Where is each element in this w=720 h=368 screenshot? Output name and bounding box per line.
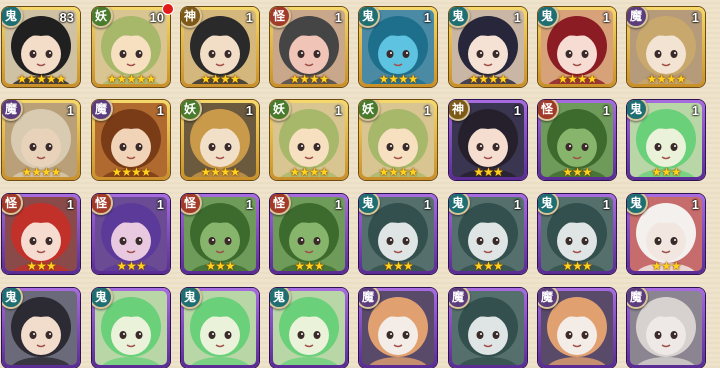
shikigami-card[interactable]: 神 1 ★★★★	[181, 7, 259, 87]
card-count: 1	[156, 197, 164, 212]
notification-dot-icon	[162, 3, 174, 15]
card-count: 1	[156, 103, 164, 118]
shikigami-card[interactable]: 鬼 1 ★★★	[627, 194, 705, 274]
card-count: 1	[334, 197, 342, 212]
shikigami-card[interactable]: 魔 1 ★★★★	[92, 100, 170, 180]
shikigami-card[interactable]: 鬼 1 ★★★★	[359, 7, 437, 87]
shikigami-card[interactable]: 魔	[359, 288, 437, 368]
shikigami-card[interactable]: 鬼	[92, 288, 170, 368]
card-count: 1	[334, 103, 342, 118]
shikigami-card[interactable]: 鬼	[270, 288, 348, 368]
star-rating: ★★★★★	[106, 72, 157, 86]
card-count: 1	[513, 10, 521, 25]
shikigami-card[interactable]: 怪 1 ★★★★	[270, 7, 348, 87]
card-count: 1	[66, 103, 74, 118]
star-rating: ★★★★	[111, 165, 151, 179]
shikigami-card[interactable]: 鬼 1 ★★★	[538, 194, 616, 274]
card-count: 1	[423, 10, 431, 25]
shikigami-card[interactable]: 魔	[449, 288, 527, 368]
star-rating: ★★★★	[289, 165, 329, 179]
shikigami-card[interactable]: 怪 1 ★★★	[270, 194, 348, 274]
star-rating: ★★★★	[646, 72, 686, 86]
card-count: 1	[602, 197, 610, 212]
star-rating: ★★★★	[378, 165, 418, 179]
star-rating: ★★★	[473, 165, 503, 179]
shikigami-card[interactable]: 怪 1 ★★★	[181, 194, 259, 274]
card-count: 1	[691, 10, 699, 25]
star-rating: ★★★★★	[16, 72, 67, 86]
star-rating: ★★★★	[200, 165, 240, 179]
star-rating: ★★★	[205, 259, 235, 273]
star-rating: ★★★	[116, 259, 146, 273]
card-count: 1	[245, 10, 253, 25]
shikigami-card[interactable]: 魔 1 ★★★★	[627, 7, 705, 87]
card-count: 1	[423, 197, 431, 212]
shikigami-card[interactable]: 妖 1 ★★★★	[359, 100, 437, 180]
card-count: 1	[691, 197, 699, 212]
shikigami-card[interactable]: 妖 1 ★★★★	[270, 100, 348, 180]
card-count: 1	[602, 10, 610, 25]
shikigami-card[interactable]: 怪 1 ★★★	[538, 100, 616, 180]
shikigami-card-grid: 鬼 83 ★★★★★ 妖 10 ★★★★★ 神 1 ★★★★ 怪 1 ★★★★ 鬼 1 ★★★★ 鬼 1 ★★★★…	[0, 0, 720, 368]
star-rating: ★★★★	[557, 72, 597, 86]
star-rating: ★★★★	[289, 72, 329, 86]
card-count: 1	[691, 103, 699, 118]
star-rating: ★★★★	[468, 72, 508, 86]
card-count: 1	[602, 103, 610, 118]
star-rating: ★★★★	[378, 72, 418, 86]
star-rating: ★★★	[383, 259, 413, 273]
shikigami-card[interactable]: 鬼 83 ★★★★★	[2, 7, 80, 87]
shikigami-card[interactable]: 神 1 ★★★	[449, 100, 527, 180]
card-count: 1	[513, 197, 521, 212]
card-count: 1	[334, 10, 342, 25]
card-count: 1	[513, 103, 521, 118]
shikigami-card[interactable]: 鬼 1 ★★★★	[538, 7, 616, 87]
shikigami-card[interactable]: 妖 1 ★★★★	[181, 100, 259, 180]
card-count: 1	[245, 103, 253, 118]
shikigami-card[interactable]: 鬼 1 ★★★	[627, 100, 705, 180]
star-rating: ★★★	[473, 259, 503, 273]
star-rating: ★★★★	[200, 72, 240, 86]
shikigami-card[interactable]: 鬼	[181, 288, 259, 368]
shikigami-card[interactable]: 魔	[627, 288, 705, 368]
star-rating: ★★★	[562, 165, 592, 179]
card-count: 1	[245, 197, 253, 212]
star-rating: ★★★	[26, 259, 56, 273]
card-count: 83	[59, 10, 74, 25]
star-rating: ★★★	[294, 259, 324, 273]
card-count: 10	[149, 10, 164, 25]
shikigami-card[interactable]: 鬼	[2, 288, 80, 368]
shikigami-card[interactable]: 怪 1 ★★★	[92, 194, 170, 274]
shikigami-card[interactable]: 魔 1 ★★★★	[2, 100, 80, 180]
star-rating: ★★★	[562, 259, 592, 273]
star-rating: ★★★	[651, 165, 681, 179]
star-rating: ★★★	[651, 259, 681, 273]
shikigami-card[interactable]: 鬼 1 ★★★★	[449, 7, 527, 87]
shikigami-card[interactable]: 妖 10 ★★★★★	[92, 7, 170, 87]
shikigami-card[interactable]: 怪 1 ★★★	[2, 194, 80, 274]
star-rating: ★★★★	[21, 165, 61, 179]
shikigami-card[interactable]: 鬼 1 ★★★	[359, 194, 437, 274]
card-count: 1	[423, 103, 431, 118]
shikigami-card[interactable]: 魔	[538, 288, 616, 368]
card-count: 1	[66, 197, 74, 212]
shikigami-card[interactable]: 鬼 1 ★★★	[449, 194, 527, 274]
